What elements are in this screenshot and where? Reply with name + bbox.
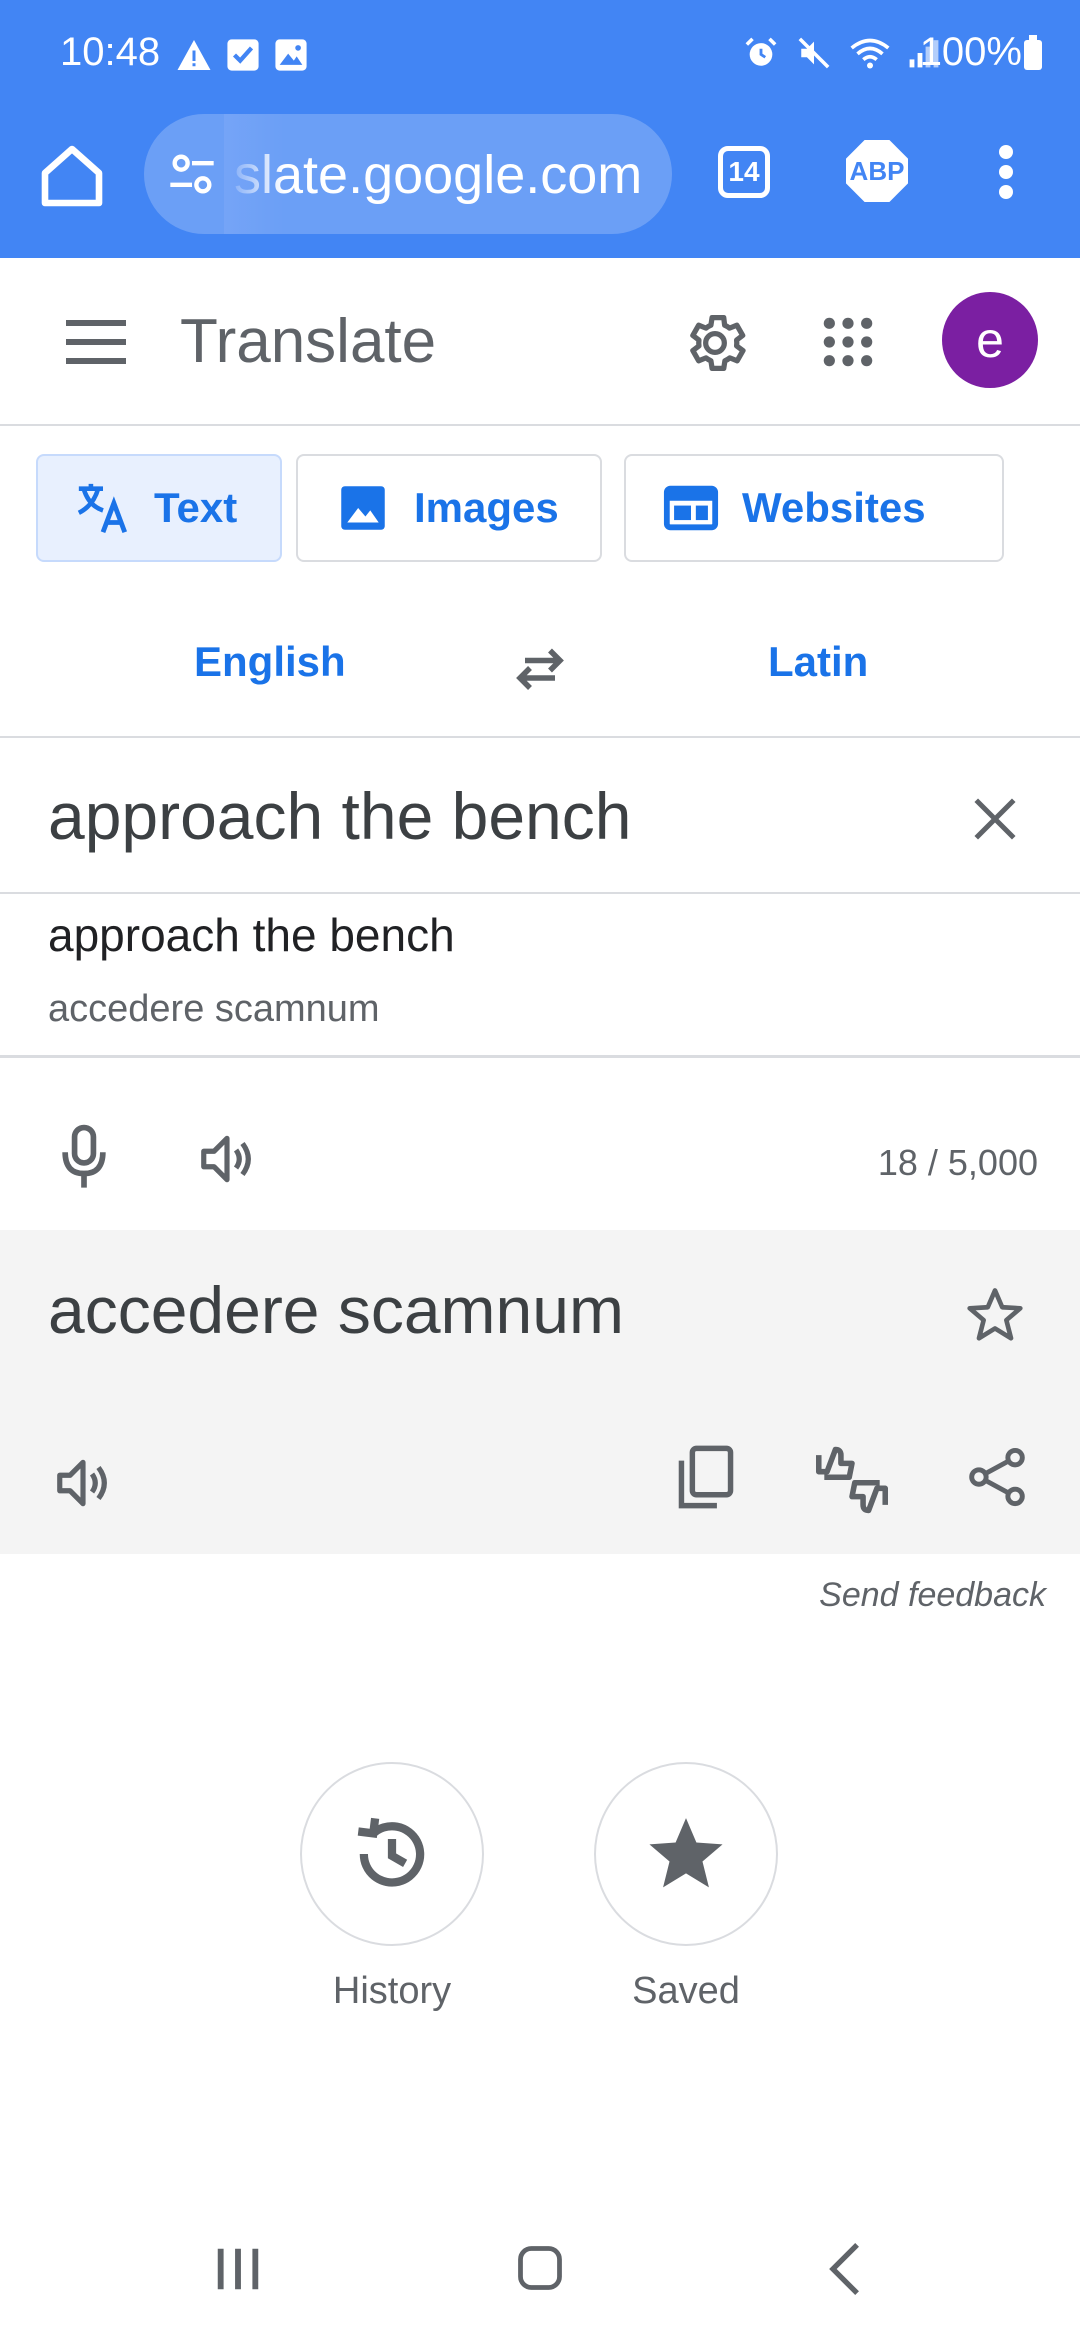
settings-gear-icon[interactable] bbox=[680, 308, 750, 378]
site-settings-icon[interactable] bbox=[166, 148, 218, 200]
saved-button[interactable] bbox=[594, 1762, 778, 1946]
tab-images[interactable]: Images bbox=[296, 454, 602, 562]
recent-apps-icon[interactable] bbox=[212, 2242, 264, 2296]
app-header: Translate e bbox=[0, 258, 1080, 426]
app-title: Translate bbox=[180, 307, 437, 376]
check-icon bbox=[227, 39, 259, 71]
translation-text: accedere scamnum bbox=[48, 1273, 624, 1347]
target-language-button[interactable]: Latin bbox=[768, 638, 868, 686]
saved-label: Saved bbox=[632, 1970, 740, 2012]
listen-translation-icon[interactable] bbox=[52, 1452, 114, 1514]
notification-icons bbox=[176, 38, 308, 72]
history-icon bbox=[357, 1817, 425, 1887]
history-button[interactable] bbox=[300, 1762, 484, 1946]
browser-chrome: 10:48 100% slate.google.com 14 ABP bbox=[0, 0, 1080, 258]
share-icon[interactable] bbox=[966, 1444, 1028, 1510]
image-icon bbox=[341, 486, 385, 530]
home-nav-icon[interactable] bbox=[514, 2240, 566, 2296]
suggestion-item[interactable]: approach the bench accedere scamnum bbox=[0, 896, 1080, 1058]
battery-percent: 100% bbox=[919, 30, 1022, 74]
url-fade bbox=[224, 114, 284, 234]
website-icon bbox=[663, 485, 719, 531]
save-translation-star-icon[interactable] bbox=[964, 1284, 1026, 1346]
wifi-icon bbox=[850, 38, 890, 69]
copy-icon[interactable] bbox=[676, 1444, 736, 1510]
source-language-button[interactable]: English bbox=[194, 638, 346, 686]
character-counter: 18 / 5,000 bbox=[877, 1142, 1038, 1183]
tab-text-label: Text bbox=[154, 484, 238, 531]
tab-websites-label: Websites bbox=[742, 484, 926, 531]
tab-images-label: Images bbox=[414, 484, 559, 531]
adblock-extension-button[interactable]: ABP bbox=[846, 140, 908, 202]
source-text-input[interactable]: approach the bench bbox=[48, 778, 631, 854]
history-label: History bbox=[332, 1970, 452, 2012]
url-text[interactable]: slate.google.com bbox=[234, 144, 642, 206]
listen-source-icon[interactable] bbox=[196, 1128, 258, 1190]
system-icons bbox=[744, 36, 940, 70]
suggestion-text: approach the bench bbox=[48, 909, 455, 961]
rate-translation-icon[interactable] bbox=[812, 1444, 892, 1516]
status-time: 10:48 bbox=[60, 30, 161, 74]
url-bar[interactable]: slate.google.com bbox=[144, 114, 672, 234]
translate-icon bbox=[77, 483, 128, 534]
send-feedback-link[interactable]: Send feedback bbox=[819, 1576, 1046, 1615]
source-actions: 18 / 5,000 bbox=[0, 1060, 1080, 1230]
star-icon bbox=[649, 1818, 723, 1888]
status-bar: 10:48 100% bbox=[0, 0, 1080, 110]
account-avatar[interactable]: e bbox=[942, 292, 1038, 388]
home-icon[interactable] bbox=[36, 140, 108, 212]
system-navigation-bar bbox=[0, 2200, 1080, 2340]
microphone-icon[interactable] bbox=[56, 1124, 112, 1190]
tab-text[interactable]: Text bbox=[36, 454, 282, 562]
suggestion-translation: accedere scamnum bbox=[48, 988, 380, 1030]
source-text-area[interactable]: approach the bench bbox=[0, 740, 1080, 894]
language-bar: English Latin bbox=[0, 594, 1080, 738]
clear-text-icon[interactable] bbox=[970, 794, 1020, 844]
swap-languages-icon[interactable] bbox=[510, 638, 570, 698]
tab-switcher-button[interactable]: 14 bbox=[718, 146, 770, 198]
google-apps-icon[interactable] bbox=[820, 314, 876, 370]
battery-icon bbox=[1024, 35, 1042, 70]
warning-icon bbox=[177, 40, 211, 70]
alarm-icon bbox=[745, 37, 777, 66]
more-options-icon[interactable] bbox=[990, 142, 1022, 202]
translation-output: accedere scamnum bbox=[0, 1230, 1080, 1554]
browser-toolbar: slate.google.com 14 ABP bbox=[0, 110, 1080, 258]
image-icon bbox=[275, 39, 307, 71]
tab-websites[interactable]: Websites bbox=[624, 454, 1004, 562]
back-icon[interactable] bbox=[828, 2240, 862, 2298]
menu-icon[interactable] bbox=[66, 320, 126, 364]
mute-icon bbox=[798, 37, 830, 69]
